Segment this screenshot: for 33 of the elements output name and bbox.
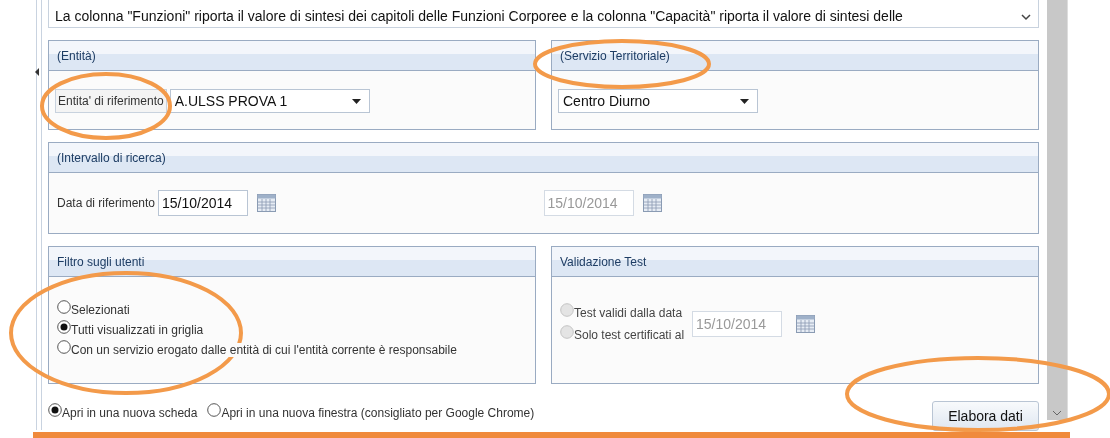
radio-label: Apri in una nuova scheda xyxy=(62,406,198,420)
radio-label: Test validi dalla data xyxy=(574,306,683,320)
panel-title: (Entità) xyxy=(57,48,96,63)
chevron-down-icon[interactable] xyxy=(1020,13,1032,21)
calendar-icon[interactable] xyxy=(642,194,662,212)
field-label: Entita' di riferimento xyxy=(55,89,167,113)
caret-icon xyxy=(351,98,361,104)
date-field[interactable]: 15/10/2014 xyxy=(158,190,249,216)
scroll-down-icon[interactable] xyxy=(1052,410,1062,416)
radio-label: Tutti visualizzati in griglia xyxy=(71,323,204,337)
radio-button[interactable] xyxy=(48,403,62,417)
service-select[interactable]: Centro Diurno xyxy=(558,89,758,113)
collapse-arrow-icon[interactable] xyxy=(35,68,39,76)
panel-title: (Servizio Territoriale) xyxy=(560,48,670,63)
radio-button[interactable] xyxy=(207,403,222,417)
panel-title: (Intervallo di ricerca) xyxy=(57,150,166,165)
radio-label: Apri in una nuova finestra (consigliato per Google Chrome) xyxy=(221,406,535,420)
scrollbar[interactable] xyxy=(1047,0,1068,420)
radio-label: Solo test certificati al xyxy=(574,328,685,342)
note-field[interactable]: La colonna "Funzioni" riporta il valore di sintesi dei capitoli delle Funzioni Corporee e la colonna "Capacità" riporta il valore di sintesi delle xyxy=(48,0,1039,28)
panel-title: Filtro sugli utenti xyxy=(57,254,145,269)
radio-button[interactable] xyxy=(57,300,71,314)
calendar-icon[interactable] xyxy=(257,194,277,212)
field-label: Data di riferimento xyxy=(57,196,156,210)
note-text: La colonna "Funzioni" riporta il valore di sintesi dei capitoli delle Funzioni Corporee e la colonna "Capacità" riporta il valore di sintesi delle xyxy=(55,8,903,24)
panel-title: Validazione Test xyxy=(560,254,647,269)
radio-label: Selezionati xyxy=(71,303,130,317)
calendar-icon[interactable] xyxy=(796,315,816,333)
radio-button[interactable] xyxy=(57,340,71,354)
radio-button[interactable] xyxy=(57,320,71,334)
caret-icon xyxy=(740,98,749,104)
entity-select[interactable]: A.ULSS PROVA 1 xyxy=(169,89,370,113)
radio-label: Con un servizio erogato dalle entità di cui l'entità corrente è responsabile xyxy=(71,343,457,357)
